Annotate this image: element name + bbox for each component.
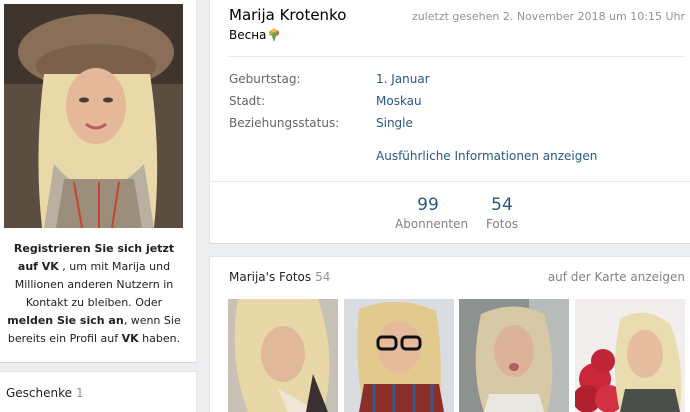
profile-status: Весна — [229, 28, 281, 42]
show-on-map-link[interactable]: auf der Karte anzeigen — [548, 270, 685, 284]
followers-label: Abonnenten — [395, 217, 469, 231]
register-text-1: , — [58, 260, 66, 273]
profile-sidebar-card: Registrieren Sie sich jetzt auf VK , um … — [0, 0, 196, 362]
profile-avatar[interactable] — [4, 4, 183, 228]
photos-count-label: Fotos — [485, 217, 519, 231]
photo-thumbnail[interactable] — [228, 299, 338, 412]
birthday-value[interactable]: 1. Januar — [376, 72, 430, 86]
profile-info-card: Marija Krotenko zuletzt gesehen 2. Novem… — [210, 0, 690, 243]
photo-thumbnail[interactable] — [575, 299, 685, 412]
gifts-label: Geschenke — [6, 386, 73, 400]
profile-name: Marija Krotenko — [229, 6, 347, 24]
city-value[interactable]: Moskau — [376, 94, 422, 108]
status-text: Весна — [229, 28, 267, 42]
photo-thumbnail[interactable] — [344, 299, 454, 412]
city-label: Stadt: — [229, 94, 266, 108]
followers-counter[interactable]: 99 Abonnenten — [395, 195, 469, 231]
bouquet-emoji-icon — [267, 28, 281, 42]
login-link[interactable]: melden Sie sich an — [7, 314, 123, 327]
photos-title[interactable]: Marija's Fotos 54 — [229, 270, 330, 284]
gifts-card[interactable]: Geschenke 1 — [0, 372, 196, 412]
divider — [210, 181, 690, 182]
register-prompt: Registrieren Sie sich jetzt auf VK , um … — [4, 240, 184, 348]
birthday-label: Geburtstag: — [229, 72, 301, 86]
vk-brand: VK — [121, 332, 139, 345]
photos-title-label: Marija's Fotos — [229, 270, 312, 284]
photo-thumbnail[interactable] — [459, 299, 569, 412]
gifts-count: 1 — [76, 386, 84, 400]
photos-card: Marija's Fotos 54 auf der Karte anzeigen — [210, 257, 690, 412]
divider — [229, 56, 685, 57]
followers-count: 99 — [417, 195, 439, 215]
relationship-label: Beziehungsstatus: — [229, 116, 340, 130]
photos-counter[interactable]: 54 Fotos — [482, 195, 522, 231]
photos-count-value: 54 — [491, 195, 513, 215]
last-seen-status: zuletzt gesehen 2. November 2018 um 10:1… — [411, 10, 685, 23]
show-details-link[interactable]: Ausführliche Informationen anzeigen — [376, 149, 597, 163]
relationship-value[interactable]: Single — [376, 116, 413, 130]
gifts-title[interactable]: Geschenke 1 — [6, 386, 84, 400]
photos-title-count: 54 — [315, 270, 331, 284]
register-text-4: haben. — [138, 332, 181, 345]
